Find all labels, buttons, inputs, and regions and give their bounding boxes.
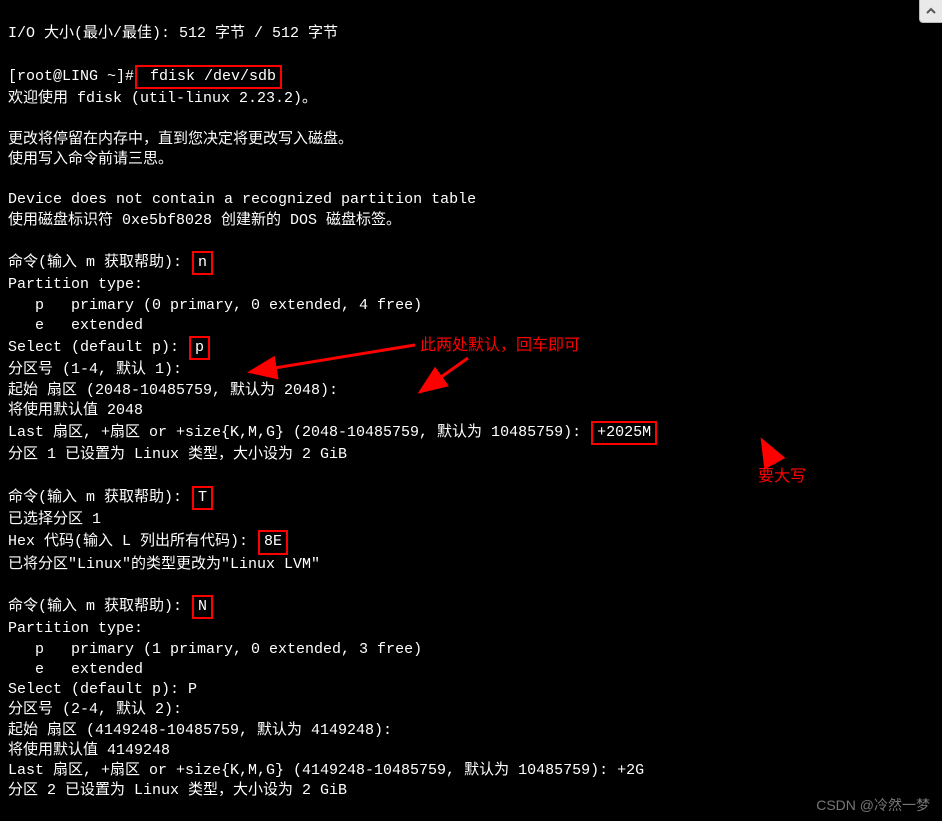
watermark: CSDN @冷然一梦 — [816, 796, 930, 815]
selected-partition-1: 已选择分区 1 — [8, 511, 101, 528]
new-dos-label: 使用磁盘标识符 0xe5bf8028 创建新的 DOS 磁盘标签。 — [8, 212, 401, 229]
select-default-p2: Select (default p): P — [8, 681, 197, 698]
annotation-default-enter: 此两处默认，回车即可 — [420, 335, 580, 357]
type-changed: 已将分区"Linux"的类型更改为"Linux LVM" — [8, 556, 320, 573]
warn-think: 使用写入命令前请三思。 — [8, 151, 173, 168]
partition-type-header: Partition type: — [8, 276, 143, 293]
ptype-extended-2: e extended — [8, 661, 143, 678]
input-2025m-box: +2025M — [591, 421, 657, 445]
use-default-2048: 将使用默认值 2048 — [8, 402, 143, 419]
cmd-prompt-2: 命令(输入 m 获取帮助): — [8, 489, 191, 506]
use-default-4149248: 将使用默认值 4149248 — [8, 742, 170, 759]
select-default-p: Select (default p): — [8, 339, 188, 356]
warn-memory: 更改将停留在内存中，直到您决定将更改写入磁盘。 — [8, 131, 353, 148]
partition-number-1: 分区号 (1-4, 默认 1): — [8, 361, 182, 378]
terminal-output: I/O 大小(最小/最佳): 512 字节 / 512 字节 [root@LIN… — [0, 0, 942, 821]
fdisk-command-box: fdisk /dev/sdb — [135, 65, 282, 89]
last-sector-1: Last 扇区, +扇区 or +size{K,M,G} (2048-10485… — [8, 424, 590, 441]
input-p-box: p — [189, 336, 210, 360]
input-8e-box: 8E — [258, 530, 288, 554]
device-no-table: Device does not contain a recognized par… — [8, 191, 476, 208]
scroll-up-button[interactable] — [919, 0, 942, 23]
fdisk-welcome: 欢迎使用 fdisk (util-linux 2.23.2)。 — [8, 90, 317, 107]
ptype-extended: e extended — [8, 317, 143, 334]
annotation-uppercase: 要大写 — [758, 466, 806, 488]
input-n-box: n — [192, 251, 213, 275]
partition-2-set: 分区 2 已设置为 Linux 类型，大小设为 2 GiB — [8, 782, 347, 799]
hex-code-prompt: Hex 代码(输入 L 列出所有代码): — [8, 533, 257, 550]
shell-prompt: [root@LING ~]# — [8, 68, 134, 85]
start-sector-2: 起始 扇区 (4149248-10485759, 默认为 4149248): — [8, 722, 392, 739]
partition-number-2: 分区号 (2-4, 默认 2): — [8, 701, 182, 718]
cmd-prompt-3: 命令(输入 m 获取帮助): — [8, 598, 191, 615]
input-n2-box: N — [192, 595, 213, 619]
ptype-primary-0: p primary (0 primary, 0 extended, 4 free… — [8, 297, 422, 314]
partition-type-header-2: Partition type: — [8, 620, 143, 637]
ptype-primary-1: p primary (1 primary, 0 extended, 3 free… — [8, 641, 422, 658]
input-t-box: T — [192, 486, 213, 510]
cmd-prompt-1: 命令(输入 m 获取帮助): — [8, 254, 191, 271]
io-size-line: I/O 大小(最小/最佳): 512 字节 / 512 字节 — [8, 25, 338, 42]
start-sector-1: 起始 扇区 (2048-10485759, 默认为 2048): — [8, 382, 338, 399]
partition-1-set: 分区 1 已设置为 Linux 类型，大小设为 2 GiB — [8, 446, 347, 463]
chevron-up-icon — [925, 5, 937, 17]
last-sector-2: Last 扇区, +扇区 or +size{K,M,G} (4149248-10… — [8, 762, 644, 779]
